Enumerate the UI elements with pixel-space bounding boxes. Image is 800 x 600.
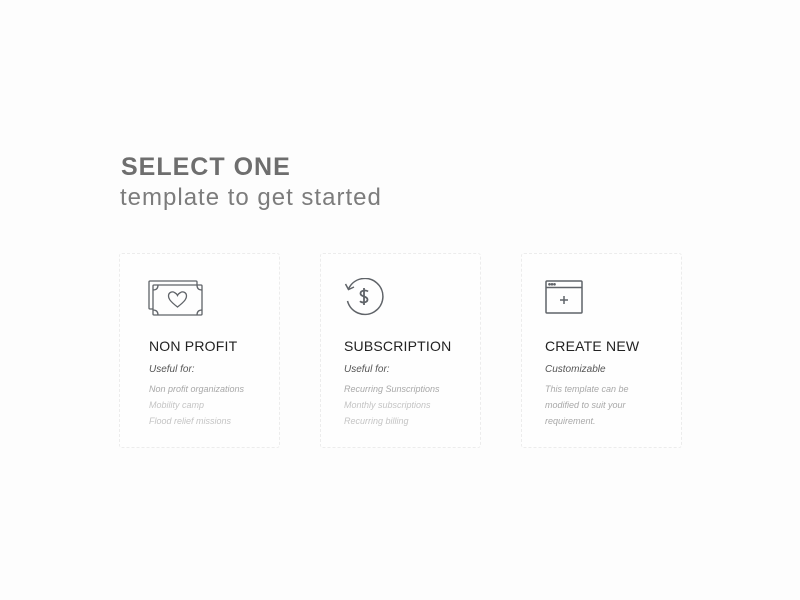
description-line: modified to suit your <box>545 400 626 410</box>
list-item: Flood relief missions <box>149 416 232 426</box>
description-line: requirement. <box>545 416 596 426</box>
card-title: NON PROFIT <box>149 338 238 354</box>
list-item: Non profit organizations <box>149 384 245 394</box>
heading-primary: SELECT ONE <box>121 153 291 181</box>
list-item: Recurring billing <box>344 416 409 426</box>
card-label: Useful for: <box>344 364 390 375</box>
heading-secondary: template to get started <box>120 184 382 211</box>
list-item: Recurring Sunscriptions <box>344 384 440 394</box>
card-title: SUBSCRIPTION <box>344 338 452 354</box>
template-card-subscription[interactable]: SUBSCRIPTION Useful for: Recurring Sunsc… <box>320 253 481 448</box>
card-title: CREATE NEW <box>545 338 640 354</box>
card-label: Customizable <box>545 364 606 375</box>
money-heart-icon <box>148 280 203 316</box>
new-window-icon <box>545 280 583 314</box>
list-item: Mobility camp <box>149 400 205 410</box>
recurring-dollar-icon <box>344 278 384 316</box>
description-line: This template can be <box>545 384 629 394</box>
template-selection-page: SELECT ONE template to get started NON P… <box>0 0 800 600</box>
card-label: Useful for: <box>149 364 195 375</box>
template-cards: NON PROFIT Useful for: Non profit organi… <box>119 253 682 448</box>
template-card-non-profit[interactable]: NON PROFIT Useful for: Non profit organi… <box>119 253 280 448</box>
card-items: Non profit organizations Mobility camp F… <box>149 381 269 429</box>
card-description: This template can be modified to suit yo… <box>545 381 665 429</box>
card-items: Recurring Sunscriptions Monthly subscrip… <box>344 381 464 429</box>
page-heading: SELECT ONE template to get started <box>120 152 382 213</box>
template-card-create-new[interactable]: CREATE NEW Customizable This template ca… <box>521 253 682 448</box>
list-item: Monthly subscriptions <box>344 400 431 410</box>
